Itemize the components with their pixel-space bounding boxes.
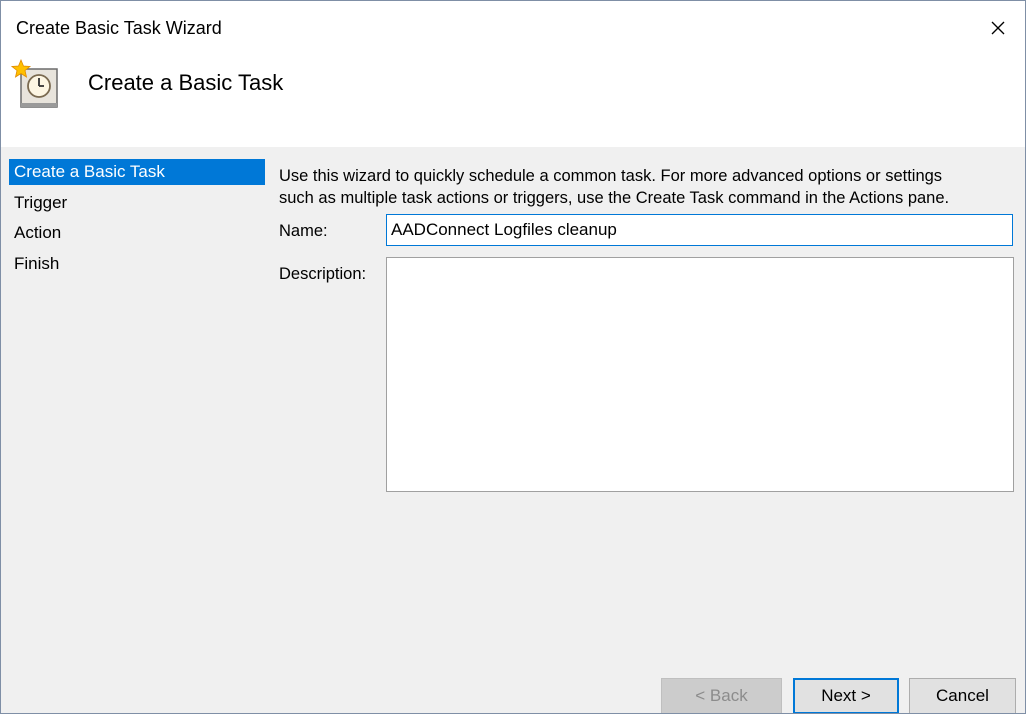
next-button[interactable]: Next > [793, 678, 899, 713]
window-title: Create Basic Task Wizard [16, 18, 222, 38]
step-finish[interactable]: Finish [9, 251, 265, 277]
wizard-header: Create a Basic Task [1, 55, 1025, 147]
task-scheduler-clock-icon [11, 59, 58, 108]
step-create-basic-task[interactable]: Create a Basic Task [9, 159, 265, 185]
instructions-line-1: Use this wizard to quickly schedule a co… [279, 167, 943, 185]
close-button[interactable] [971, 1, 1025, 55]
back-button[interactable]: < Back [661, 678, 782, 713]
description-label: Description: [279, 265, 367, 283]
step-action[interactable]: Action [9, 220, 265, 246]
instructions-text: Use this wizard to quickly schedule a co… [279, 165, 1009, 209]
name-input[interactable] [386, 214, 1013, 246]
step-trigger[interactable]: Trigger [9, 190, 265, 216]
close-icon [991, 21, 1005, 35]
header-title: Create a Basic Task [88, 70, 284, 95]
description-input[interactable] [386, 257, 1014, 492]
wizard-steps-sidebar: Create a Basic Task Trigger Action Finis… [9, 159, 265, 282]
title-bar: Create Basic Task Wizard [1, 1, 1025, 55]
cancel-button[interactable]: Cancel [909, 678, 1016, 713]
wizard-window: Create Basic Task Wizard Create a Basic … [0, 0, 1026, 714]
name-label: Name: [279, 222, 328, 240]
instructions-line-2: such as multiple task actions or trigger… [279, 189, 950, 207]
